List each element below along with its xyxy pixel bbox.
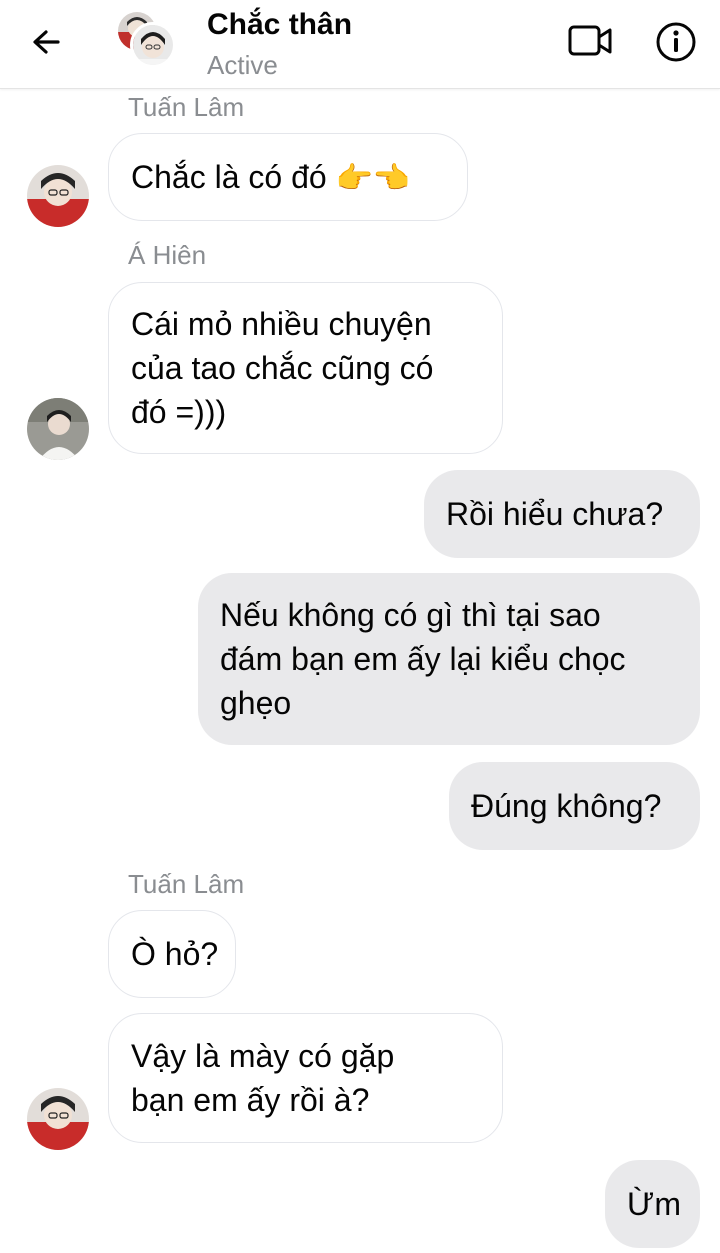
sender-name: Á Hiên [128, 240, 207, 270]
chat-title[interactable]: Chắc thân [207, 8, 352, 42]
avatar[interactable] [27, 1088, 89, 1150]
chat-header: Chắc thân Active [0, 0, 720, 89]
avatar [130, 22, 176, 68]
avatar[interactable] [27, 165, 89, 227]
message-text-line: bạn em ấy rồi à? [131, 1082, 370, 1118]
message-bubble[interactable]: Nếu không có gì thì tại sao đám bạn em ấ… [198, 573, 700, 745]
message-bubble[interactable]: Chắc là có đó 👉👈 [108, 133, 468, 221]
video-call-button[interactable] [566, 18, 616, 64]
message-text-line: của tao chắc cũng có [131, 350, 434, 386]
avatar[interactable] [27, 398, 89, 460]
message-text-line: Nếu không có gì thì tại sao [220, 597, 601, 633]
active-status: Active [207, 50, 278, 80]
back-button[interactable] [24, 20, 72, 68]
message-bubble[interactable]: Vậy là mày có gặp bạn em ấy rồi à? [108, 1013, 503, 1143]
message-text: Chắc là có đó [131, 159, 327, 195]
sender-name: Tuấn Lâm [128, 869, 245, 899]
info-button[interactable] [652, 18, 700, 66]
pointing-fingers-emoji: 👉👈 [335, 162, 411, 195]
message-bubble[interactable]: Đúng không? [449, 762, 700, 850]
message-bubble[interactable]: Ừm [605, 1160, 700, 1248]
message-text-line: ghẹo [220, 685, 292, 721]
message-bubble[interactable]: Rồi hiểu chưa? [424, 470, 700, 558]
group-avatar[interactable] [116, 10, 178, 72]
message-text-line: đám bạn em ấy lại kiểu chọc [220, 641, 626, 677]
message-text: Ò hỏ? [131, 936, 219, 972]
message-text: Ừm [627, 1186, 681, 1222]
message-text-line: đó =))) [131, 394, 227, 430]
message-bubble[interactable]: Ò hỏ? [108, 910, 236, 998]
back-arrow-icon [33, 30, 60, 54]
message-text: Rồi hiểu chưa? [446, 496, 664, 532]
sender-name: Tuấn Lâm [128, 92, 245, 122]
message-text-line: Cái mỏ nhiều chuyện [131, 306, 432, 342]
message-text-line: Vậy là mày có gặp [131, 1038, 395, 1074]
message-bubble[interactable]: Cái mỏ nhiều chuyện của tao chắc cũng có… [108, 282, 503, 454]
message-text: Đúng không? [471, 788, 662, 824]
info-icon [656, 22, 696, 62]
video-camera-icon [568, 25, 612, 56]
